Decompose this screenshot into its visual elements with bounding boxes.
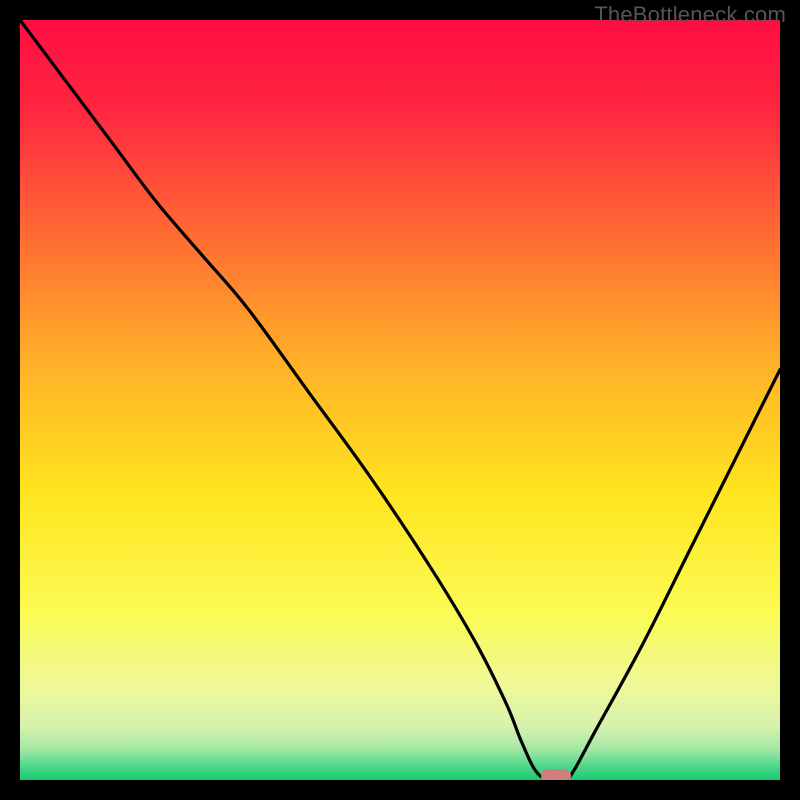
plot-area xyxy=(20,20,780,780)
chart-frame: TheBottleneck.com xyxy=(0,0,800,800)
optimal-marker xyxy=(541,769,571,780)
curve-svg xyxy=(20,20,780,780)
curve-path xyxy=(20,20,780,780)
watermark-text: TheBottleneck.com xyxy=(594,2,786,28)
